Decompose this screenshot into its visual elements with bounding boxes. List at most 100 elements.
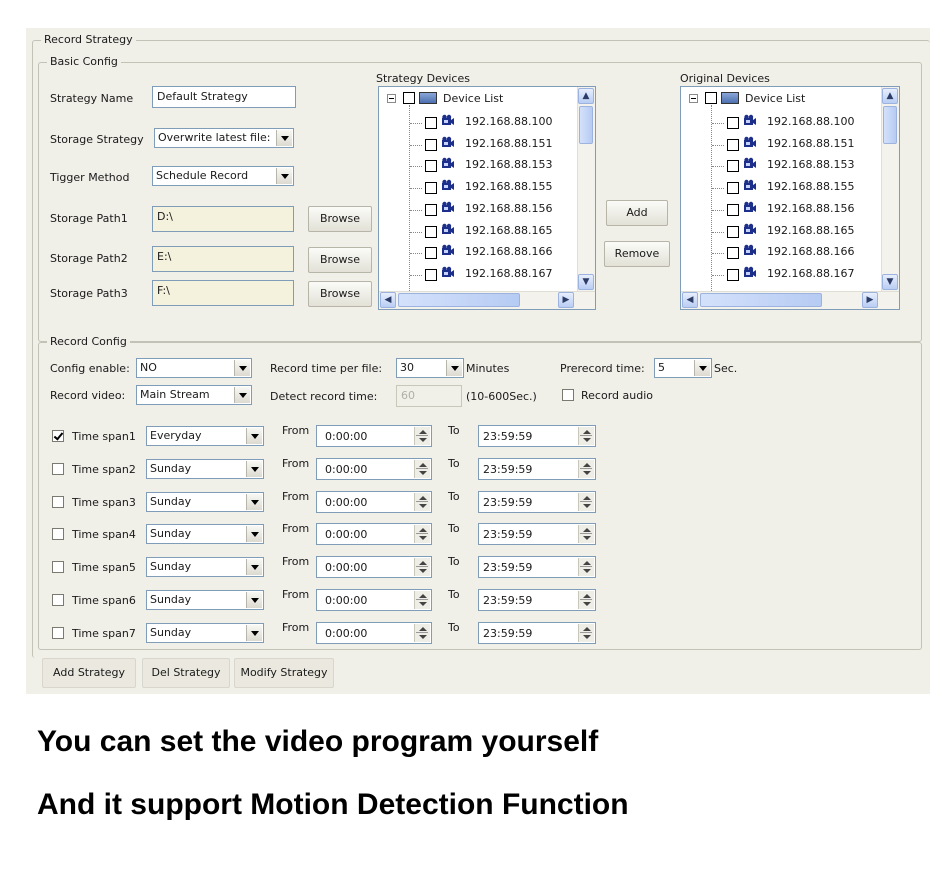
- chevron-down-icon[interactable]: [234, 387, 250, 403]
- device-checkbox[interactable]: [727, 203, 739, 216]
- record-time-select[interactable]: 30: [396, 358, 464, 378]
- time-to-spinner[interactable]: 23:59:59: [478, 523, 596, 546]
- browse-button-1[interactable]: Browse: [308, 206, 372, 232]
- scroll-right-icon[interactable]: ▶: [558, 292, 574, 308]
- storage-strategy-select[interactable]: Overwrite latest file:: [154, 128, 294, 148]
- time-span-checkbox[interactable]: [52, 528, 64, 541]
- device-checkbox[interactable]: [425, 182, 437, 195]
- del-strategy-button[interactable]: Del Strategy: [142, 658, 230, 688]
- time-span-checkbox[interactable]: [52, 561, 64, 574]
- device-item[interactable]: 192.168.88.166: [379, 242, 575, 264]
- time-to-spinner[interactable]: 23:59:59: [478, 621, 596, 644]
- time-from-spinner[interactable]: 0:00:00: [316, 556, 432, 579]
- chevron-down-icon[interactable]: [234, 360, 250, 376]
- spin-arrows-icon[interactable]: [578, 492, 594, 511]
- horizontal-scrollbar[interactable]: ◀ ▶: [681, 291, 899, 309]
- storage-path3-input[interactable]: F:\: [152, 280, 294, 306]
- browse-button-2[interactable]: Browse: [308, 247, 372, 273]
- time-span-day-select[interactable]: Everyday: [146, 426, 264, 446]
- time-span-checkbox[interactable]: [52, 462, 64, 475]
- chevron-down-icon[interactable]: [694, 360, 710, 376]
- time-from-spinner[interactable]: 0:00:00: [316, 621, 432, 644]
- vertical-scrollbar[interactable]: ▲ ▼: [881, 87, 899, 291]
- spin-arrows-icon[interactable]: [578, 558, 594, 577]
- device-checkbox[interactable]: [727, 138, 739, 151]
- spin-arrows-icon[interactable]: [578, 623, 594, 642]
- device-checkbox[interactable]: [425, 247, 437, 260]
- horizontal-scrollbar[interactable]: ◀ ▶: [379, 291, 595, 309]
- chevron-down-icon[interactable]: [246, 624, 262, 641]
- time-span-day-select[interactable]: Sunday: [146, 458, 264, 479]
- device-item[interactable]: 192.168.88.167: [379, 264, 575, 286]
- modify-strategy-button[interactable]: Modify Strategy: [234, 658, 334, 688]
- device-item[interactable]: 192.168.88.153: [681, 155, 879, 177]
- prerecord-select[interactable]: 5: [654, 358, 712, 378]
- device-item[interactable]: 192.168.88.165: [681, 221, 879, 243]
- device-item[interactable]: 192.168.88.155: [379, 177, 575, 199]
- scroll-thumb[interactable]: [579, 106, 593, 144]
- spin-arrows-icon[interactable]: [414, 525, 430, 544]
- scroll-thumb[interactable]: [883, 106, 897, 144]
- collapse-icon[interactable]: [387, 94, 396, 103]
- scroll-thumb[interactable]: [700, 293, 822, 307]
- device-checkbox[interactable]: [727, 160, 739, 173]
- time-span-day-select[interactable]: Sunday: [146, 491, 264, 512]
- time-to-spinner[interactable]: 23:59:59: [478, 457, 596, 480]
- device-item[interactable]: 192.168.88.153: [379, 155, 575, 177]
- time-span-checkbox[interactable]: [52, 626, 64, 639]
- scroll-left-icon[interactable]: ◀: [682, 292, 698, 308]
- time-to-spinner[interactable]: 23:59:59: [478, 490, 596, 513]
- storage-path1-input[interactable]: D:\: [152, 206, 294, 232]
- time-span-checkbox[interactable]: [52, 430, 64, 442]
- time-span-day-select[interactable]: Sunday: [146, 622, 264, 643]
- device-item[interactable]: 192.168.88.166: [681, 242, 879, 264]
- device-checkbox[interactable]: [727, 182, 739, 195]
- record-audio-checkbox[interactable]: [562, 389, 574, 401]
- scroll-left-icon[interactable]: ◀: [380, 292, 396, 308]
- time-span-checkbox[interactable]: [52, 594, 64, 606]
- detect-time-input[interactable]: 60: [396, 385, 462, 407]
- device-checkbox[interactable]: [425, 268, 437, 281]
- scroll-up-icon[interactable]: ▲: [578, 88, 594, 104]
- scroll-right-icon[interactable]: ▶: [862, 292, 878, 308]
- vertical-scrollbar[interactable]: ▲ ▼: [577, 87, 595, 291]
- time-from-spinner[interactable]: 0:00:00: [316, 589, 432, 611]
- device-checkbox[interactable]: [727, 268, 739, 281]
- spin-arrows-icon[interactable]: [578, 591, 594, 609]
- add-strategy-button[interactable]: Add Strategy: [42, 658, 136, 688]
- device-item[interactable]: 192.168.88.151: [681, 134, 879, 156]
- device-item[interactable]: 192.168.88.156: [681, 199, 879, 221]
- chevron-down-icon[interactable]: [246, 428, 262, 444]
- collapse-icon[interactable]: [689, 94, 698, 103]
- storage-path2-input[interactable]: E:\: [152, 246, 294, 272]
- device-item[interactable]: 192.168.88.100: [681, 112, 879, 134]
- spin-arrows-icon[interactable]: [414, 427, 430, 445]
- browse-button-3[interactable]: Browse: [308, 281, 372, 307]
- time-span-checkbox[interactable]: [52, 495, 64, 508]
- chevron-down-icon[interactable]: [246, 592, 262, 608]
- device-list-checkbox[interactable]: [403, 92, 415, 104]
- time-from-spinner[interactable]: 0:00:00: [316, 425, 432, 447]
- chevron-down-icon[interactable]: [276, 130, 292, 146]
- scroll-thumb[interactable]: [398, 293, 520, 307]
- spin-arrows-icon[interactable]: [414, 459, 430, 478]
- device-item[interactable]: 192.168.88.156: [379, 199, 575, 221]
- device-checkbox[interactable]: [425, 117, 437, 129]
- spin-arrows-icon[interactable]: [414, 623, 430, 642]
- chevron-down-icon[interactable]: [246, 460, 262, 477]
- trigger-method-select[interactable]: Schedule Record: [152, 166, 294, 186]
- time-to-spinner[interactable]: 23:59:59: [478, 425, 596, 447]
- spin-arrows-icon[interactable]: [578, 427, 594, 445]
- spin-arrows-icon[interactable]: [414, 492, 430, 511]
- chevron-down-icon[interactable]: [276, 168, 292, 184]
- config-enable-select[interactable]: NO: [136, 358, 252, 378]
- time-span-day-select[interactable]: Sunday: [146, 590, 264, 610]
- device-item[interactable]: 192.168.88.100: [379, 112, 575, 134]
- spin-arrows-icon[interactable]: [414, 558, 430, 577]
- device-checkbox[interactable]: [727, 247, 739, 260]
- time-span-day-select[interactable]: Sunday: [146, 557, 264, 578]
- device-item[interactable]: 192.168.88.167: [681, 264, 879, 286]
- add-button[interactable]: Add: [606, 200, 668, 226]
- device-list-checkbox[interactable]: [705, 92, 717, 104]
- time-to-spinner[interactable]: 23:59:59: [478, 589, 596, 611]
